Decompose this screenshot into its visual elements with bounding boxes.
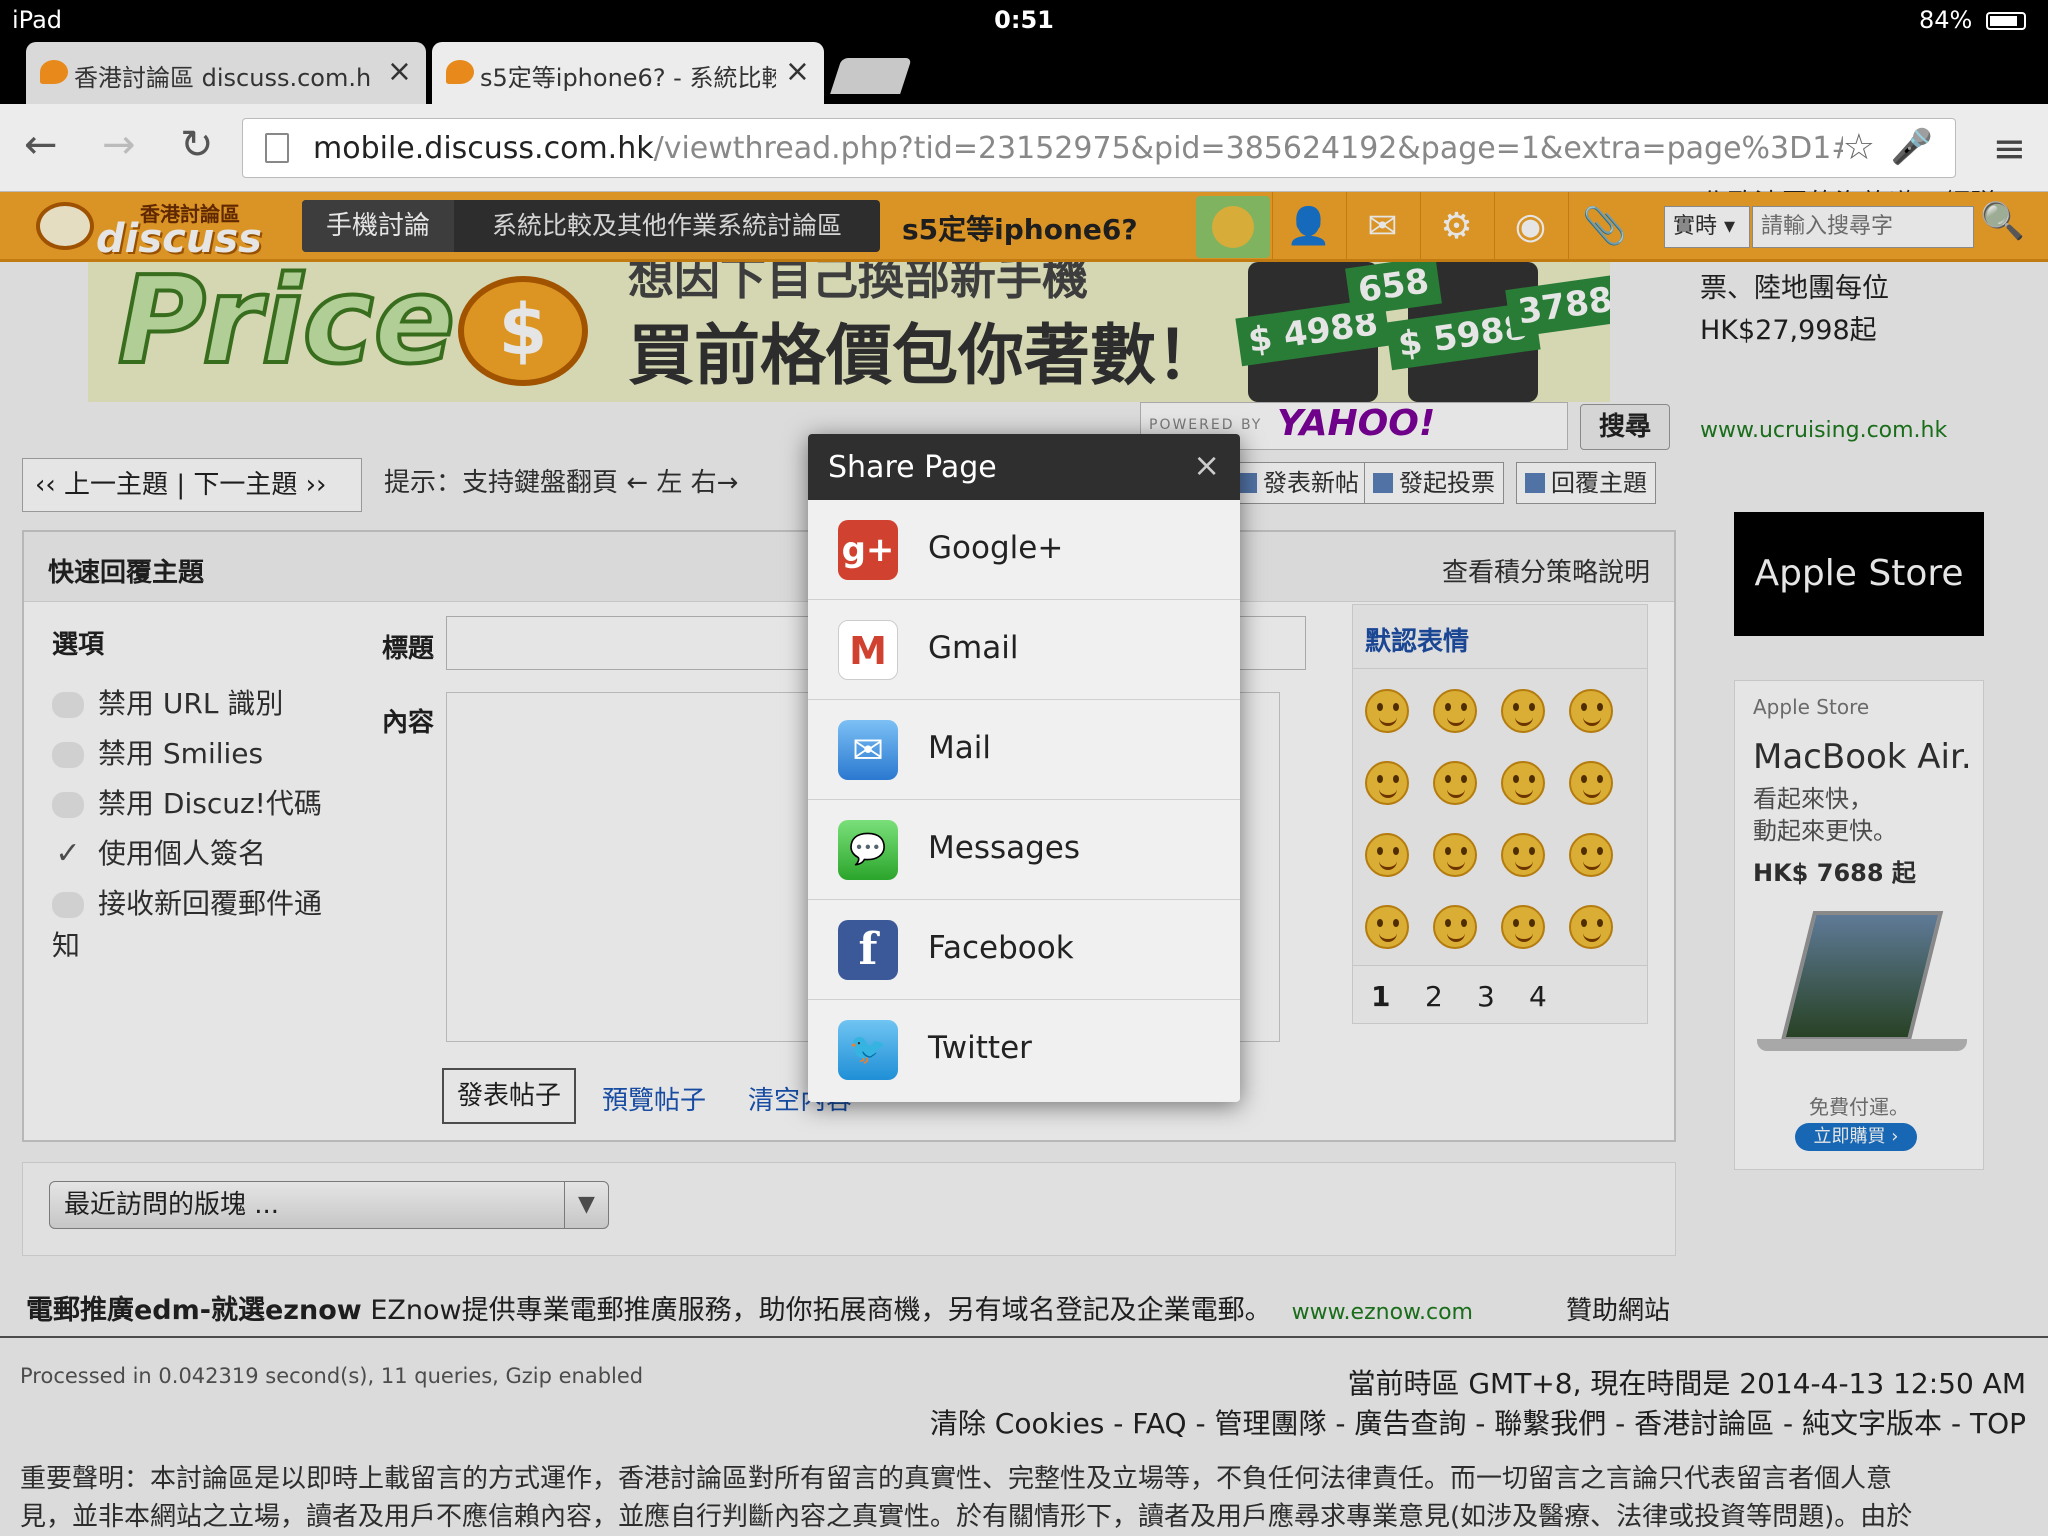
messages-icon: 💬 (838, 820, 898, 880)
share-page-dialog: Share Page × g+ Google+ M Gmail ✉ Mail 💬… (808, 434, 1240, 1102)
twitter-icon: 🐦 (838, 1020, 898, 1080)
new-tab-button[interactable] (830, 58, 912, 94)
share-messages[interactable]: 💬 Messages (808, 800, 1240, 900)
menu-icon[interactable]: ≡ (1992, 126, 2026, 172)
share-mail[interactable]: ✉ Mail (808, 700, 1240, 800)
gmail-icon: M (838, 620, 898, 680)
close-icon[interactable]: × (1193, 446, 1220, 484)
tab-title: 香港討論區 discuss.com.h (74, 64, 372, 92)
google-plus-icon: g+ (838, 520, 898, 580)
share-dialog-title: Share Page (828, 450, 997, 485)
share-item-label: Twitter (928, 1030, 1032, 1066)
page-icon (265, 133, 289, 163)
voice-search-icon[interactable]: 🎤 (1891, 127, 1933, 167)
forward-icon[interactable]: → (102, 122, 136, 168)
share-item-label: Google+ (928, 530, 1064, 566)
url-text[interactable]: mobile.discuss.com.hk/viewthread.php?tid… (313, 131, 1843, 166)
share-item-label: Facebook (928, 930, 1074, 966)
facebook-icon: f (838, 920, 898, 980)
share-item-label: Gmail (928, 630, 1019, 666)
status-bar: iPad 0:51 84% (0, 0, 2048, 40)
battery-percent: 84% (1919, 6, 1973, 34)
battery-indicator: 84% (1919, 6, 2026, 34)
mail-icon: ✉ (838, 720, 898, 780)
share-twitter[interactable]: 🐦 Twitter (808, 1000, 1240, 1100)
address-bar[interactable]: mobile.discuss.com.hk/viewthread.php?tid… (242, 118, 1956, 178)
tab-strip: 香港討論區 discuss.com.h × s5定等iphone6? - 系統比… (0, 40, 2048, 104)
clock: 0:51 (994, 6, 1054, 34)
browser-toolbar: ← → ↻ mobile.discuss.com.hk/viewthread.p… (0, 104, 2048, 192)
tab-discuss-home[interactable]: 香港討論區 discuss.com.h × (26, 42, 426, 104)
reload-icon[interactable]: ↻ (180, 122, 214, 168)
share-item-label: Mail (928, 730, 991, 766)
discuss-favicon (446, 60, 474, 84)
share-gmail[interactable]: M Gmail (808, 600, 1240, 700)
battery-icon (1986, 12, 2026, 30)
discuss-favicon (40, 60, 68, 84)
back-icon[interactable]: ← (24, 122, 58, 168)
tab-current-thread[interactable]: s5定等iphone6? - 系統比較 × (432, 42, 824, 104)
share-dialog-header: Share Page × (808, 434, 1240, 500)
bookmark-star-icon[interactable]: ☆ (1843, 127, 1875, 168)
share-google-plus[interactable]: g+ Google+ (808, 500, 1240, 600)
tab-title: s5定等iphone6? - 系統比較 (480, 64, 776, 92)
share-item-label: Messages (928, 830, 1081, 866)
close-tab-icon[interactable]: × (387, 54, 412, 89)
close-tab-icon[interactable]: × (785, 54, 810, 89)
share-facebook[interactable]: f Facebook (808, 900, 1240, 1000)
